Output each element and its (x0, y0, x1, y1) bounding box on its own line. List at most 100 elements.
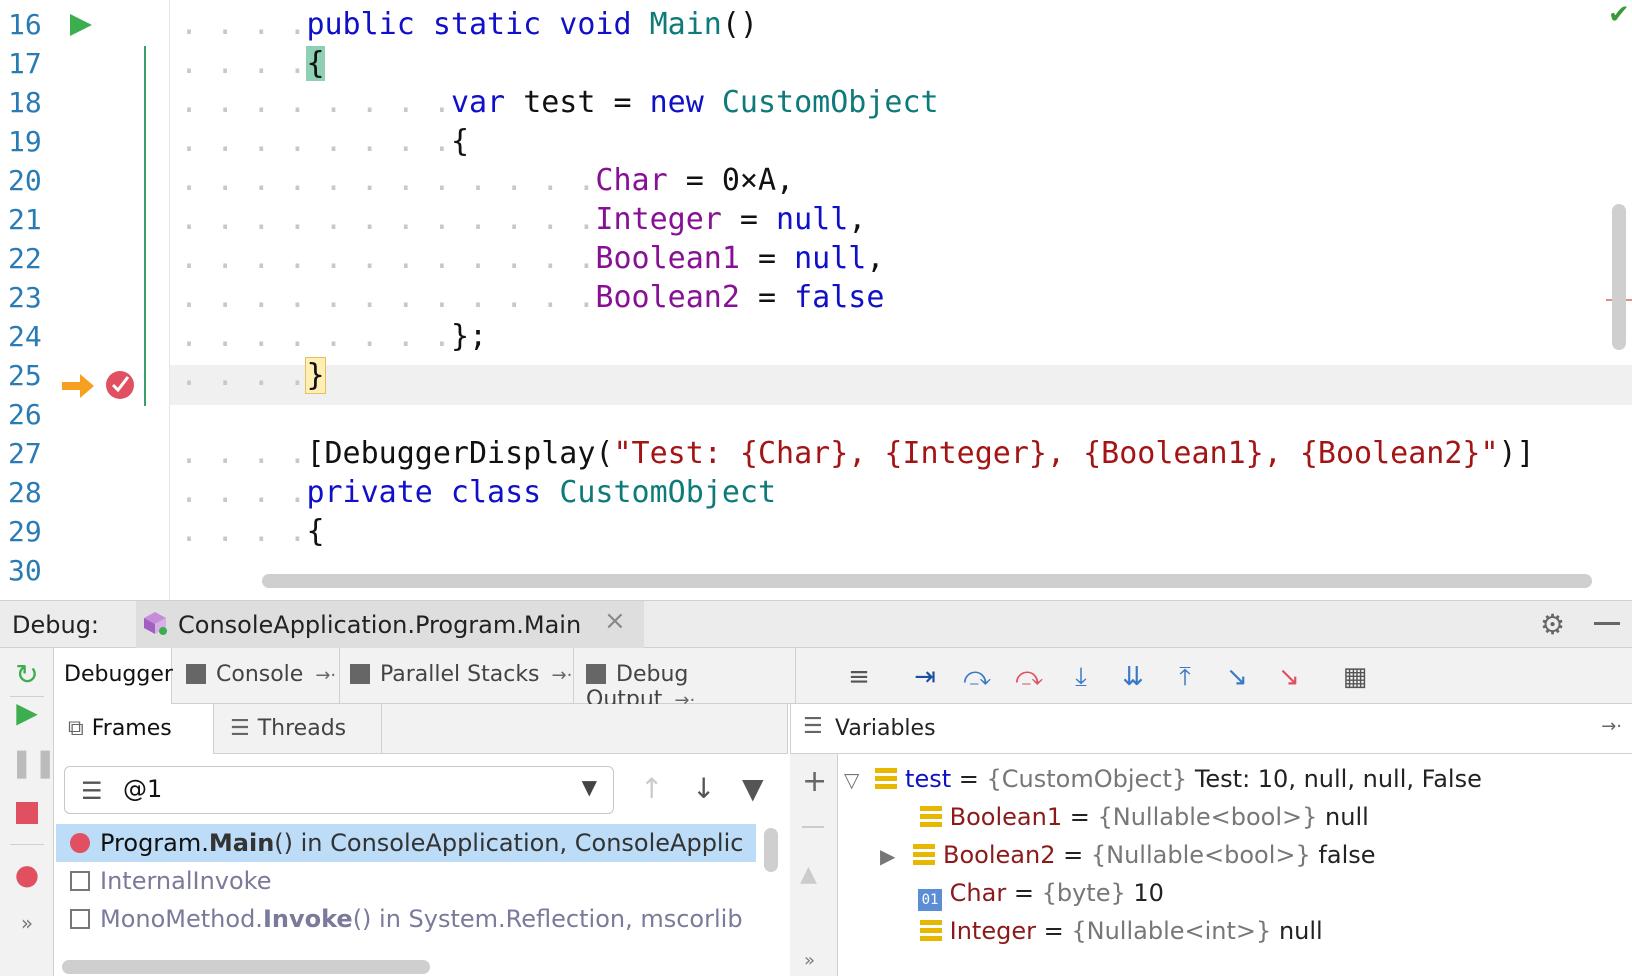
code-line-17: . . . .{ (180, 46, 325, 81)
code-line-28: . . . .private class CustomObject (180, 475, 777, 510)
code-line-21: . . . . . . . . . . . .Integer = null, (180, 202, 867, 237)
threads-icon: ☰ (230, 716, 250, 741)
field-icon (920, 920, 942, 942)
code-editor[interactable]: 16 17 18 19 20 21 22 23 24 25 26 27 28 2… (0, 0, 1632, 600)
frame-row[interactable]: MonoMethod.Invoke() in System.Reflection… (56, 900, 756, 938)
thread-icon: ☰ (81, 777, 103, 805)
code-line-27: . . . .[DebuggerDisplay("Test: {Char}, {… (180, 436, 1535, 471)
editor-horizontal-scrollbar[interactable] (262, 574, 1592, 588)
force-step-into-icon[interactable]: ⇊ (1116, 660, 1150, 694)
line-number: 26 (8, 398, 42, 431)
pin-icon[interactable]: →· (552, 665, 573, 686)
field-icon (875, 768, 898, 790)
change-marker (144, 46, 146, 406)
tab-frames[interactable]: ⧉ Frames (54, 704, 214, 754)
view-breakpoints-icon[interactable]: ● (10, 858, 44, 892)
show-execution-point-icon[interactable]: ≡ (842, 660, 876, 694)
editor-gutter[interactable]: 16 17 18 19 20 21 22 23 24 25 26 27 28 2… (0, 0, 170, 600)
line-number: 23 (8, 281, 42, 314)
tab-threads[interactable]: ☰ Threads (218, 704, 382, 754)
force-run-to-cursor-icon[interactable]: ↘ (1272, 660, 1306, 694)
debug-side-toolbar: ↻ ▶ ❚❚ ● » (0, 648, 57, 976)
line-number: 22 (8, 242, 42, 275)
line-number: 17 (8, 47, 42, 80)
chevron-down-icon[interactable]: ▽ (844, 768, 859, 792)
tab-debug-output[interactable]: Debug Output →· (574, 648, 796, 712)
stop-icon[interactable] (10, 796, 44, 830)
previous-frame-icon[interactable]: ↑ (640, 772, 663, 805)
remove-watch-icon[interactable] (802, 826, 824, 828)
step-out-icon[interactable]: ⤒ (1168, 660, 1202, 694)
line-number: 27 (8, 437, 42, 470)
thread-selector[interactable]: ☰ @1 ▼ (64, 766, 614, 814)
variable-row-char[interactable]: 01 Char = {byte} 10 (918, 874, 1164, 912)
variable-row-test[interactable]: ▽ test = {CustomObject} Test: 10, null, … (844, 760, 1482, 798)
step-into-icon[interactable]: ⤓ (1064, 660, 1098, 694)
debug-tool-window-header: Debug: ConsoleApplication.Program.Main (0, 600, 1632, 649)
frames-vertical-scrollbar[interactable] (764, 828, 778, 872)
line-number: 19 (8, 125, 42, 158)
frames-horizontal-scrollbar[interactable] (62, 960, 430, 974)
more-icon[interactable]: » (10, 906, 44, 940)
code-line-22: . . . . . . . . . . . .Boolean1 = null, (180, 241, 885, 276)
more-icon[interactable]: » (804, 950, 815, 971)
next-frame-icon[interactable]: ↓ (692, 772, 715, 805)
current-execution-line (170, 365, 1632, 405)
frame-row[interactable]: Program.Main() in ConsoleApplication, Co… (56, 824, 756, 862)
gear-icon[interactable]: ⚙ (1540, 608, 1565, 641)
inspection-ok-icon[interactable]: ✔ (1608, 0, 1630, 30)
debug-session-icon (144, 612, 167, 635)
run-gutter-icon[interactable] (68, 12, 94, 38)
ide-window: 16 17 18 19 20 21 22 23 24 25 26 27 28 2… (0, 0, 1632, 976)
variable-row-boolean2[interactable]: ▶ Boolean2 = {Nullable<bool>} false (880, 836, 1376, 874)
debug-label: Debug: (12, 611, 100, 639)
breakpoint-icon[interactable] (104, 368, 136, 400)
line-number: 16 (8, 8, 42, 41)
force-step-over-icon[interactable]: ⤼ (1012, 660, 1046, 694)
toolbar-separator (10, 844, 44, 845)
chevron-right-icon[interactable]: ▶ (880, 844, 895, 868)
byte-icon: 01 (918, 889, 942, 911)
pin-icon[interactable]: →· (1601, 716, 1622, 737)
line-number: 30 (8, 554, 42, 587)
code-line-19: . . . . . . . .{ (180, 124, 469, 159)
variable-row-integer[interactable]: Integer = {Nullable<int>} null (920, 912, 1323, 950)
debug-session-tab[interactable]: ConsoleApplication.Program.Main (136, 601, 644, 649)
code-line-25: . . . .} (180, 357, 326, 394)
pin-icon[interactable]: →· (315, 665, 336, 686)
line-number: 25 (8, 359, 42, 392)
run-to-cursor-icon[interactable]: ↘ (1220, 660, 1254, 694)
step-over-icon-list[interactable]: ⇥ (908, 660, 942, 694)
parallel-stacks-icon (350, 664, 370, 684)
editor-vertical-scrollbar[interactable] (1612, 204, 1626, 350)
frame-icon (70, 871, 90, 891)
frame-row[interactable]: InternalInvoke (56, 862, 756, 900)
chevron-down-icon: ▼ (581, 775, 597, 799)
pause-icon[interactable]: ❚❚ (10, 746, 57, 780)
execution-pointer-icon (62, 374, 94, 398)
tab-parallel-stacks[interactable]: Parallel Stacks →· (340, 648, 574, 704)
move-up-icon[interactable]: ▲ (800, 862, 817, 887)
code-line-29: . . . .{ (180, 514, 325, 549)
line-number: 18 (8, 86, 42, 119)
code-line-20: . . . . . . . . . . . .Char = 0×A, (180, 163, 795, 198)
step-over-icon[interactable]: ⤼ (960, 660, 994, 694)
frames-list[interactable]: Program.Main() in ConsoleApplication, Co… (56, 824, 756, 952)
close-icon[interactable]: × (604, 606, 626, 636)
variables-side-toolbar: + ▲ » (790, 754, 838, 976)
variable-row-boolean1[interactable]: Boolean1 = {Nullable<bool>} null (920, 798, 1369, 836)
tab-debugger[interactable]: Debugger (54, 648, 173, 704)
debug-output-icon (586, 664, 606, 684)
rerun-icon[interactable]: ↻ (10, 658, 44, 692)
add-watch-icon[interactable]: + (802, 764, 827, 799)
field-icon (920, 806, 942, 828)
session-title: ConsoleApplication.Program.Main (178, 611, 582, 639)
console-icon (186, 664, 206, 684)
filter-icon[interactable]: ▼ (742, 772, 764, 805)
tab-console[interactable]: Console →· (172, 648, 340, 704)
minimize-icon[interactable] (1594, 622, 1620, 625)
evaluate-expression-icon[interactable]: ▦ (1338, 660, 1372, 694)
resume-icon[interactable]: ▶ (10, 696, 44, 730)
code-line-16: . . . .public static void Main() (180, 7, 758, 42)
field-icon (913, 844, 936, 866)
